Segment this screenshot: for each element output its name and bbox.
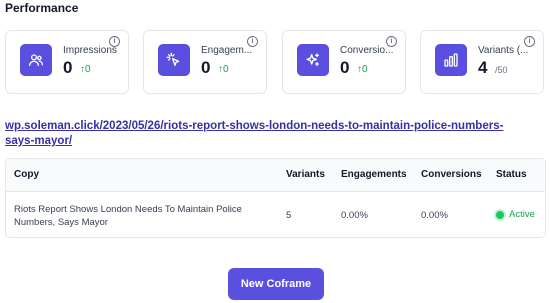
users-icon [20, 44, 52, 76]
variants-table: Copy Variants Engagements Conversions St… [5, 158, 546, 238]
metric-cards: Impressions 0 ↑0 i Engagem... 0 ↑0 i Con… [5, 30, 545, 96]
conversions-card: Conversio... 0 ↑0 i [282, 30, 406, 94]
section-title: Performance [5, 1, 79, 15]
status-text: Active [509, 209, 535, 220]
card-value: 0 [201, 58, 211, 77]
info-icon[interactable]: i [524, 36, 535, 47]
engagements-card: Engagem... 0 ↑0 i [143, 30, 267, 94]
card-suffix: /50 [495, 65, 508, 75]
table-header: Copy Variants Engagements Conversions St… [6, 159, 545, 192]
info-icon[interactable]: i [247, 36, 258, 47]
cell-conversions: 0.00% [421, 210, 448, 221]
card-value: 4 [478, 58, 488, 77]
info-icon[interactable]: i [386, 36, 397, 47]
status-badge: Active [496, 209, 535, 220]
column-header-conversions: Conversions [421, 169, 482, 180]
pointer-click-icon [158, 44, 190, 76]
impressions-card: Impressions 0 ↑0 i [5, 30, 129, 94]
card-value: 0 [63, 58, 73, 77]
cell-engagements: 0.00% [341, 210, 368, 221]
cell-variants: 5 [286, 210, 292, 221]
sparkles-icon [297, 44, 329, 76]
new-coframe-button[interactable]: New Coframe [228, 268, 324, 300]
card-delta: ↑0 [218, 64, 229, 75]
column-header-status: Status [496, 169, 527, 180]
column-header-engagements: Engagements [341, 169, 407, 180]
column-header-variants: Variants [286, 169, 325, 180]
column-header-copy: Copy [14, 169, 39, 180]
status-dot-icon [496, 210, 504, 219]
card-value: 0 [340, 58, 350, 77]
info-icon[interactable]: i [109, 36, 120, 47]
card-delta: ↑0 [357, 64, 368, 75]
bar-chart-icon [435, 44, 467, 76]
cell-copy: Riots Report Shows London Needs To Maint… [14, 204, 242, 228]
variants-card: Variants (... 4 /50 i [420, 30, 544, 94]
page-url-link[interactable]: wp.soleman.click/2023/05/26/riots-report… [5, 119, 525, 149]
card-delta: ↑0 [80, 64, 91, 75]
